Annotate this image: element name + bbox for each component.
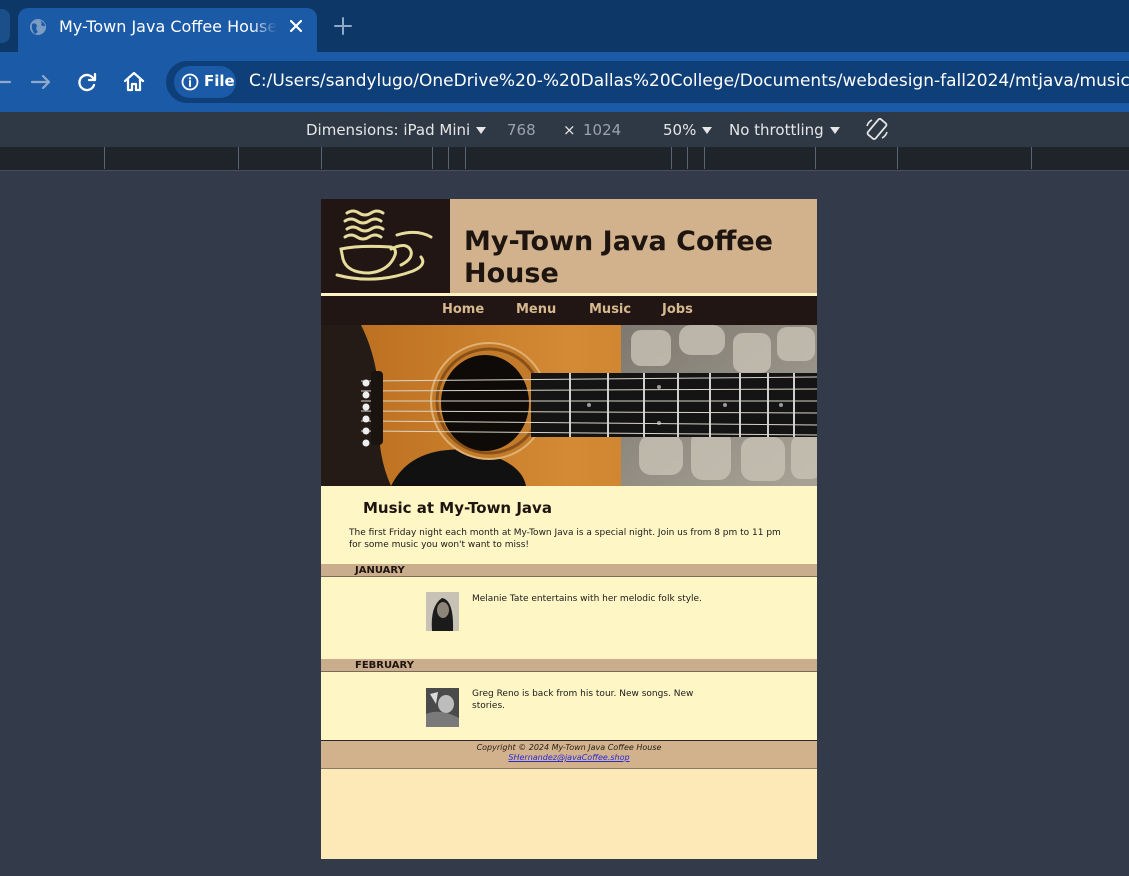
url-text[interactable]: C:/Users/sandylugo/OneDrive%20-%20Dallas…: [249, 71, 1129, 91]
nav-music-link[interactable]: Music: [589, 302, 631, 317]
chevron-down-icon: [476, 127, 487, 134]
throttling-label: No throttling: [729, 121, 824, 139]
back-icon[interactable]: [0, 68, 14, 96]
home-icon[interactable]: [120, 68, 148, 96]
chevron-down-icon: [702, 127, 713, 134]
globe-icon: [30, 19, 46, 35]
performer-description: Greg Reno is back from his tour. New son…: [472, 689, 694, 711]
site-header: My-Town Java Coffee House: [321, 199, 817, 293]
page-viewport: My-Town Java Coffee House Home Menu Musi…: [321, 199, 817, 859]
nav-menu-link[interactable]: Menu: [516, 302, 556, 317]
coffee-cup-logo: [321, 199, 450, 293]
month-header-february: FEBRUARY: [321, 659, 817, 672]
height-input[interactable]: 1024: [583, 121, 621, 139]
device-toolbar: Dimensions: iPad Mini 768 × 1024 50% No …: [0, 112, 1129, 147]
site-footer: Copyright © 2024 My-Town Java Coffee Hou…: [321, 740, 817, 769]
page-heading: Music at My-Town Java: [363, 499, 552, 517]
previous-tab[interactable]: [0, 9, 10, 43]
new-tab-icon[interactable]: [331, 14, 355, 38]
forward-icon[interactable]: [27, 68, 55, 96]
performer-photo-melanie: [426, 592, 459, 631]
month-label: JANUARY: [355, 565, 405, 576]
zoom-dropdown[interactable]: 50%: [663, 121, 713, 139]
site-info-chip[interactable]: File: [174, 66, 236, 98]
media-query-ruler[interactable]: [0, 147, 1129, 171]
address-bar[interactable]: File C:/Users/sandylugo/OneDrive%20-%20D…: [166, 61, 1129, 103]
throttling-dropdown[interactable]: No throttling: [729, 121, 840, 139]
site-info-label: File: [204, 72, 235, 90]
dimensions-label: Dimensions: iPad Mini: [306, 121, 471, 139]
dimensions-dropdown[interactable]: Dimensions: iPad Mini: [306, 121, 487, 139]
site-title: My-Town Java Coffee House: [464, 226, 773, 289]
month-header-january: JANUARY: [321, 564, 817, 577]
browser-toolbar: File C:/Users/sandylugo/OneDrive%20-%20D…: [0, 52, 1129, 112]
reload-icon[interactable]: [73, 68, 101, 96]
active-tab[interactable]: My-Town Java Coffee House Music: [18, 8, 317, 52]
nav-jobs-link[interactable]: Jobs: [662, 302, 693, 317]
performer-photo-greg: [426, 688, 459, 727]
email-link[interactable]: SHernandez@javaCoffee.shop: [321, 753, 817, 762]
coffee-cup-icon: [335, 209, 433, 281]
site-nav: Home Menu Music Jobs: [321, 296, 817, 325]
chevron-down-icon: [829, 127, 840, 134]
performer-description: Melanie Tate entertains with her melodic…: [472, 594, 702, 604]
close-icon[interactable]: [286, 16, 306, 36]
tab-title: My-Town Java Coffee House Music: [59, 17, 277, 36]
nav-home-link[interactable]: Home: [442, 302, 484, 317]
tab-strip: My-Town Java Coffee House Music: [0, 0, 1129, 52]
times-sign: ×: [563, 121, 576, 139]
info-icon: [181, 73, 199, 91]
rotate-icon[interactable]: [864, 116, 890, 142]
main-content: Music at My-Town Java The first Friday n…: [321, 486, 817, 740]
zoom-label: 50%: [663, 121, 697, 139]
copyright-text: Copyright © 2024 My-Town Java Coffee Hou…: [476, 743, 662, 752]
intro-paragraph: The first Friday night each month at My-…: [349, 528, 781, 550]
month-label: FEBRUARY: [355, 660, 414, 671]
width-input[interactable]: 768: [507, 121, 536, 139]
guitar-hero-image: [321, 325, 817, 486]
